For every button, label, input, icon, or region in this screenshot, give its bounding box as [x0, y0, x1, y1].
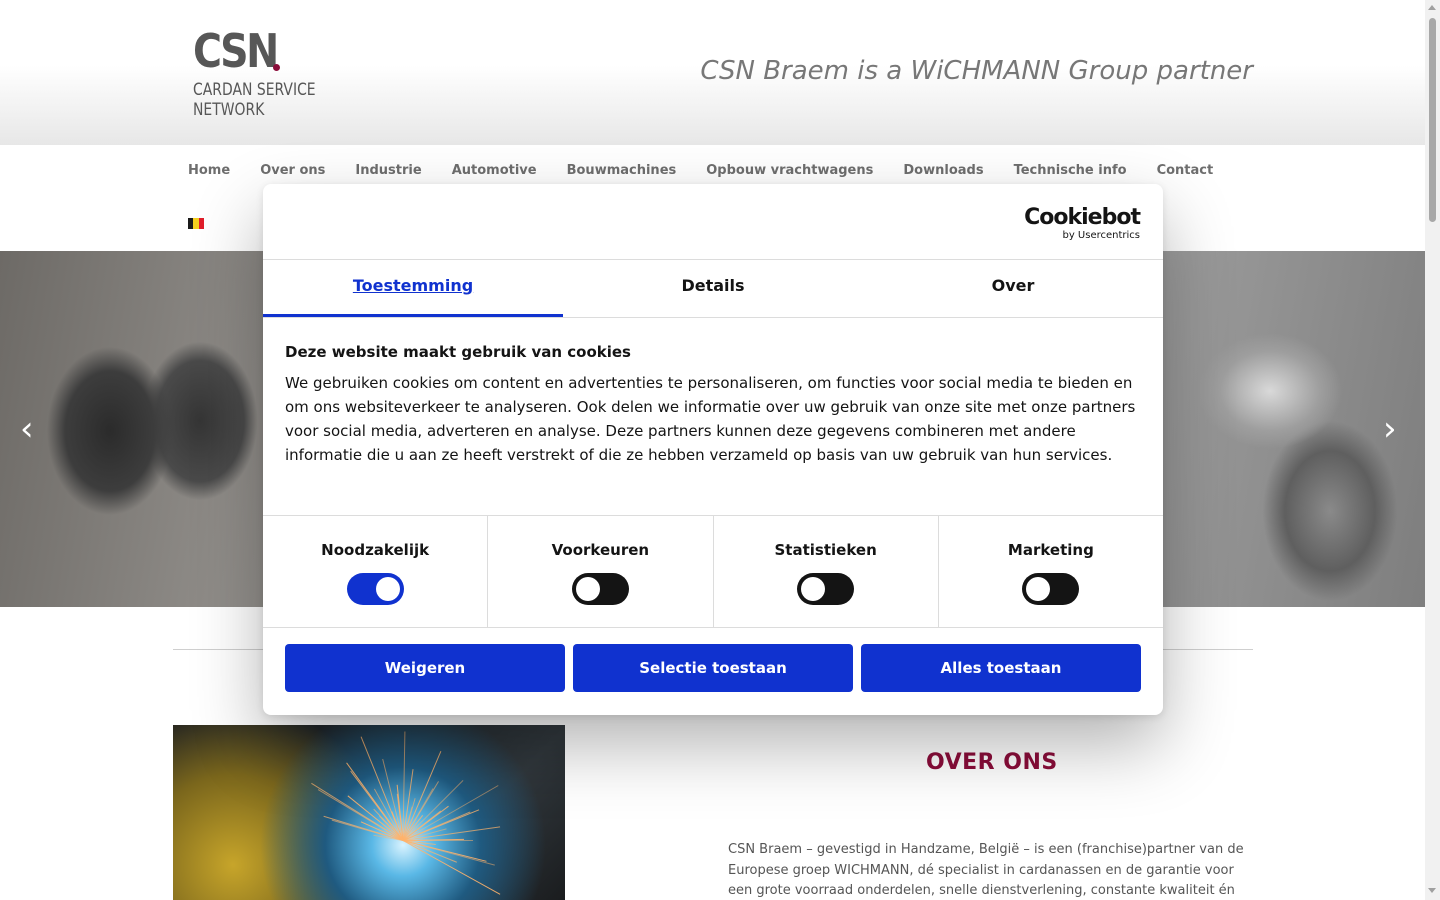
- slider-prev-icon[interactable]: ‹: [20, 411, 40, 447]
- toggle-voorkeuren[interactable]: [571, 573, 629, 605]
- nav-downloads[interactable]: Downloads: [903, 163, 983, 178]
- nav-bouwmachines[interactable]: Bouwmachines: [567, 163, 677, 178]
- nav-home[interactable]: Home: [188, 163, 230, 178]
- cookie-consent-dialog: Cookiebot by Usercentrics Toestemming De…: [263, 184, 1163, 715]
- site-header: CSN CARDAN SERVICE NETWORK CSN Braem is …: [0, 0, 1425, 145]
- tab-toestemming[interactable]: Toestemming: [263, 260, 563, 317]
- category-label: Noodzakelijk: [321, 541, 430, 559]
- allow-selection-button[interactable]: Selectie toestaan: [573, 644, 853, 692]
- spark: [350, 770, 404, 841]
- category-voorkeuren: Voorkeuren: [488, 516, 714, 627]
- belgium-flag-icon[interactable]: [188, 218, 204, 229]
- cookie-title: Deze website maakt gebruik van cookies: [285, 343, 631, 361]
- nav-technische-info[interactable]: Technische info: [1014, 163, 1127, 178]
- allow-all-button[interactable]: Alles toestaan: [861, 644, 1141, 692]
- nav-opbouw-vrachtwagens[interactable]: Opbouw vrachtwagens: [706, 163, 873, 178]
- divider: [263, 627, 1163, 628]
- cookiebot-logo: Cookiebot by Usercentrics: [1024, 205, 1141, 242]
- logo-subtitle-line1: CARDAN SERVICE: [193, 80, 316, 100]
- toggle-marketing[interactable]: [1022, 573, 1080, 605]
- cookie-categories: Noodzakelijk Voorkeuren Statistieken Mar…: [263, 516, 1163, 627]
- scroll-up-icon[interactable]: [1428, 5, 1436, 10]
- divider: [263, 317, 1163, 318]
- main-nav: Home Over ons Industrie Automotive Bouwm…: [188, 163, 1243, 178]
- cookiebot-brand: Cookiebot: [1024, 205, 1141, 230]
- category-marketing: Marketing: [939, 516, 1163, 627]
- slider-next-icon[interactable]: ›: [1383, 411, 1403, 447]
- page-scrollbar[interactable]: [1425, 0, 1440, 900]
- cookie-description: We gebruiken cookies om content en adver…: [285, 374, 1136, 464]
- logo-subtitle-line2: NETWORK: [193, 100, 265, 120]
- over-ons-text: CSN Braem – gevestigd in Handzame, Belgi…: [728, 842, 1244, 898]
- scroll-down-icon[interactable]: [1428, 888, 1436, 893]
- tab-over[interactable]: Over: [863, 260, 1163, 317]
- over-ons-heading: OVER ONS: [926, 750, 1058, 775]
- nav-industrie[interactable]: Industrie: [355, 163, 421, 178]
- spark: [402, 840, 501, 895]
- cookie-buttons: Weigeren Selectie toestaan Alles toestaa…: [285, 644, 1141, 692]
- category-label: Voorkeuren: [551, 541, 650, 559]
- csn-logo[interactable]: CSN CARDAN SERVICE NETWORK: [193, 28, 343, 120]
- deny-button[interactable]: Weigeren: [285, 644, 565, 692]
- cookie-tabs: Toestemming Details Over: [263, 260, 1163, 317]
- header-tagline: CSN Braem is a WiCHMANN Group partner: [700, 56, 1253, 86]
- scroll-thumb[interactable]: [1429, 18, 1436, 222]
- toggle-statistieken[interactable]: [797, 573, 855, 605]
- spark: [317, 789, 404, 841]
- spark: [402, 840, 487, 862]
- nav-over-ons[interactable]: Over ons: [260, 163, 325, 178]
- toggle-noodzakelijk[interactable]: [346, 573, 404, 605]
- toggle-knob: [375, 577, 400, 601]
- cookiebot-brand-sub: by Usercentrics: [1062, 230, 1140, 241]
- welding-image: [173, 725, 565, 900]
- nav-contact[interactable]: Contact: [1157, 163, 1214, 178]
- tab-details[interactable]: Details: [563, 260, 863, 317]
- category-label: Statistieken: [774, 541, 877, 559]
- category-label: Marketing: [1007, 541, 1094, 559]
- toggle-knob: [1026, 577, 1051, 601]
- toggle-knob: [575, 577, 600, 601]
- category-statistieken: Statistieken: [714, 516, 939, 627]
- logo-wordmark: CSN: [193, 24, 279, 78]
- category-noodzakelijk: Noodzakelijk: [263, 516, 489, 627]
- toggle-knob: [801, 577, 826, 601]
- nav-automotive[interactable]: Automotive: [452, 163, 537, 178]
- logo-dot: [273, 64, 280, 71]
